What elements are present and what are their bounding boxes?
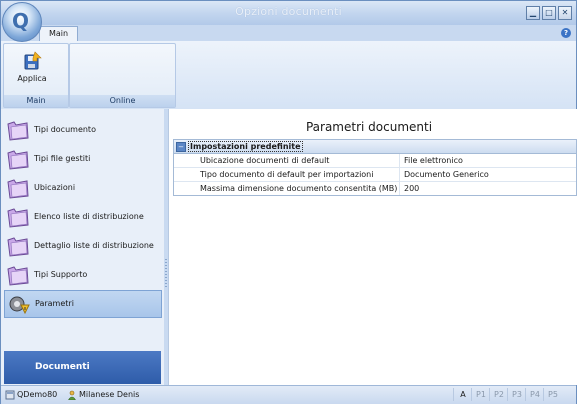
property-key: Ubicazione documenti di default: [200, 156, 330, 165]
folder-icon: [6, 119, 30, 141]
help-icon[interactable]: ?: [561, 28, 571, 38]
orb-letter: Q: [12, 9, 30, 33]
nav-footer-label: Documenti: [35, 362, 90, 372]
applica-button[interactable]: Applica: [17, 50, 47, 90]
property-value[interactable]: File elettronico: [404, 156, 463, 165]
ribbon-tab-row: Main ?: [1, 25, 576, 42]
application-window: Q Opzioni documenti ▁ □ ✕ Main ? Applica…: [0, 0, 577, 404]
settings-gear-icon: [7, 293, 31, 315]
nav-item-tipi-file-gestiti[interactable]: Tipi file gestiti: [4, 146, 160, 172]
application-menu-button[interactable]: Q: [2, 2, 42, 42]
folder-icon: [6, 235, 30, 257]
tab-main[interactable]: Main: [39, 26, 78, 42]
applica-label: Applica: [17, 74, 47, 83]
database-icon: [5, 390, 15, 400]
nav-item-label: Elenco liste di distribuzione: [34, 212, 144, 221]
nav-item-label: Ubicazioni: [34, 183, 76, 192]
window-controls: ▁ □ ✕: [526, 6, 572, 20]
nav-item-ubicazioni[interactable]: Ubicazioni: [4, 175, 160, 201]
indicator-p1: P1: [471, 388, 490, 401]
property-group-header[interactable]: − Impostazioni predefinite: [174, 140, 576, 154]
ribbon-group-main: Applica Main: [3, 43, 69, 108]
nav-item-dettaglio-liste[interactable]: Dettaglio liste di distribuzione: [4, 233, 160, 259]
indicator-a: A: [453, 388, 472, 401]
property-grid: − Impostazioni predefinite Ubicazione do…: [173, 139, 577, 196]
column-separator: [399, 182, 400, 195]
title-bar: Opzioni documenti ▁ □ ✕: [1, 1, 576, 25]
nav-item-label: Tipi Supporto: [34, 270, 88, 279]
content-pane: Parametri documenti − Impostazioni prede…: [168, 109, 577, 385]
indicator-p3: P3: [507, 388, 526, 401]
close-button[interactable]: ✕: [558, 6, 572, 20]
folder-icon: [6, 148, 30, 170]
ribbon-group-label: Main: [4, 95, 68, 107]
nav-item-label: Tipi file gestiti: [34, 154, 91, 163]
nav-item-elenco-liste[interactable]: Elenco liste di distribuzione: [4, 204, 160, 230]
window-title: Opzioni documenti: [235, 5, 342, 18]
ribbon-group-label: Online: [70, 95, 175, 107]
property-value[interactable]: 200: [404, 184, 419, 193]
collapse-icon[interactable]: −: [176, 142, 186, 152]
navigation-pane: Tipi documento Tipi file gestiti Ubicazi…: [1, 109, 165, 385]
page-title: Parametri documenti: [305, 120, 433, 134]
nav-item-label: Tipi documento: [34, 125, 96, 134]
indicator-p4: P4: [525, 388, 544, 401]
status-bar: QDemo80 Milanese Denis A P1 P2 P3 P4 P5: [1, 385, 576, 404]
ribbon: Applica Main Online: [1, 41, 576, 110]
minimize-button[interactable]: ▁: [526, 6, 540, 20]
column-separator: [399, 154, 400, 167]
nav-item-label: Parametri: [35, 299, 74, 308]
apply-icon: [21, 50, 43, 72]
status-database-text: QDemo80: [17, 390, 58, 399]
column-separator: [399, 168, 400, 181]
status-user-text: Milanese Denis: [79, 390, 140, 399]
nav-item-tipi-supporto[interactable]: Tipi Supporto: [4, 262, 160, 288]
property-value[interactable]: Documento Generico: [404, 170, 489, 179]
indicator-p2: P2: [489, 388, 508, 401]
status-database: QDemo80: [5, 389, 57, 401]
nav-item-parametri[interactable]: Parametri: [4, 290, 162, 318]
status-user: Milanese Denis: [67, 389, 139, 401]
folder-icon: [6, 206, 30, 228]
maximize-button[interactable]: □: [542, 6, 556, 20]
nav-section-documenti[interactable]: Documenti: [4, 351, 161, 384]
user-icon: [67, 390, 77, 400]
property-row[interactable]: Tipo documento di default per importazio…: [174, 168, 576, 182]
property-row[interactable]: Massima dimensione documento consentita …: [174, 182, 576, 195]
folder-icon: [6, 177, 30, 199]
property-row[interactable]: Ubicazione documenti di default File ele…: [174, 154, 576, 168]
splitter-grip-icon: [165, 259, 167, 289]
ribbon-group-online: Online: [69, 43, 176, 108]
property-key: Tipo documento di default per importazio…: [200, 170, 374, 179]
folder-icon: [6, 264, 30, 286]
nav-item-tipi-documento[interactable]: Tipi documento: [4, 117, 160, 143]
nav-item-label: Dettaglio liste di distribuzione: [34, 241, 154, 250]
property-key: Massima dimensione documento consentita …: [200, 184, 398, 193]
indicator-p5: P5: [543, 388, 562, 401]
property-group-label: Impostazioni predefinite: [188, 141, 303, 152]
